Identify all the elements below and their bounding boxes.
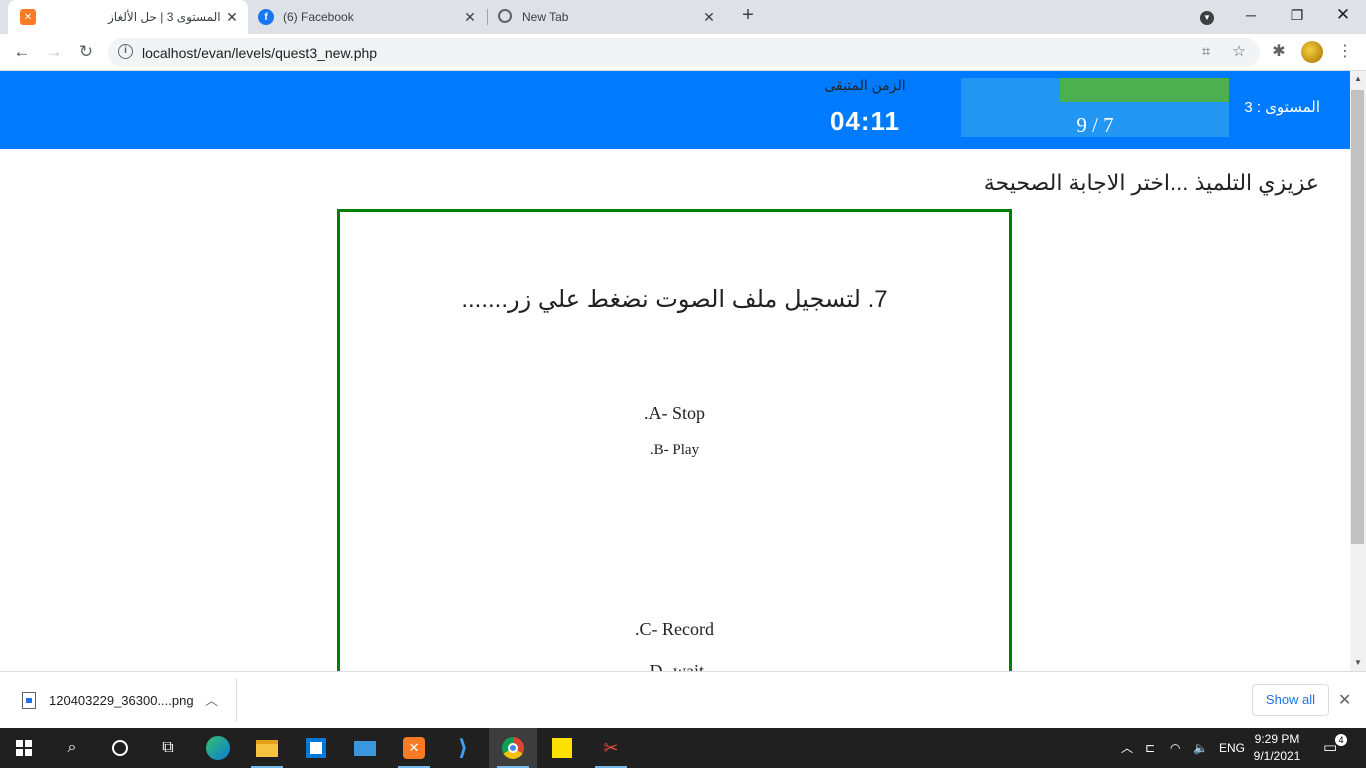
notification-count: 4	[1335, 734, 1347, 746]
language-indicator[interactable]: ENG	[1219, 728, 1245, 768]
tab-search-button[interactable]: ▼	[1184, 0, 1230, 32]
windows-start-icon[interactable]	[0, 728, 48, 768]
reload-button[interactable]: ↻	[74, 40, 98, 64]
new-tab-button[interactable]: +	[738, 5, 758, 26]
vscode-icon[interactable]: ⟩	[439, 728, 487, 768]
option-a[interactable]: .A- Stop	[340, 403, 1009, 424]
progress-text: 9 / 7	[1076, 113, 1114, 137]
question-text: 7. لتسجيل ملف الصوت نضغط علي زر.......	[461, 286, 888, 313]
close-icon[interactable]: ✕	[701, 9, 717, 25]
xampp-icon: ✕	[20, 9, 36, 25]
option-d[interactable]: .D- wait	[340, 661, 1009, 671]
edge-icon[interactable]	[194, 728, 242, 768]
chevron-down-icon: ▼	[1200, 11, 1214, 25]
info-icon[interactable]: i	[118, 44, 133, 59]
tab-title: (6) Facebook	[283, 10, 354, 24]
close-icon[interactable]: ✕	[462, 9, 478, 25]
translate-icon[interactable]: ⌗	[1197, 43, 1215, 61]
tab-level3[interactable]: ✕ المستوى 3 | حل الألغاز ✕	[8, 0, 248, 34]
tab-separator	[487, 9, 488, 25]
close-icon[interactable]: ✕	[1338, 690, 1351, 710]
browser-toolbar: ← → ↻ i localhost/evan/levels/quest3_new…	[0, 34, 1366, 71]
notification-center-icon[interactable]: ▭ 4	[1323, 728, 1347, 768]
url-text: localhost/evan/levels/quest3_new.php	[142, 45, 378, 61]
tab-title: المستوى 3 | حل الألغاز	[108, 10, 221, 24]
address-bar[interactable]: i localhost/evan/levels/quest3_new.php ⌗…	[108, 38, 1260, 67]
forward-button[interactable]: →	[42, 40, 66, 64]
facebook-icon: f	[258, 9, 274, 25]
back-button[interactable]: ←	[10, 40, 34, 64]
scrollbar-thumb[interactable]	[1351, 90, 1364, 544]
menu-icon[interactable]: ⋮	[1335, 42, 1355, 62]
search-icon[interactable]: ⌕	[48, 728, 96, 768]
download-bar: 120403229_36300....png ︿ Show all ✕	[0, 671, 1366, 728]
close-icon[interactable]: ✕	[224, 9, 240, 25]
extensions-icon[interactable]: ✱	[1269, 42, 1289, 62]
cortana-icon[interactable]	[96, 728, 144, 768]
window-close-button[interactable]: ✕	[1320, 0, 1366, 32]
time-remaining-label: الزمن المتبقى	[824, 77, 906, 93]
chevron-up-icon[interactable]: ︿	[205, 690, 218, 709]
level-label: المستوى : 3	[1244, 99, 1320, 116]
snipping-tool-icon[interactable]: ✂	[587, 728, 635, 768]
store-icon[interactable]	[292, 728, 340, 768]
clock[interactable]: 9:29 PM 9/1/2021	[1248, 731, 1306, 765]
tab-facebook[interactable]: f (6) Facebook ✕	[250, 0, 486, 34]
tab-strip: ✕ المستوى 3 | حل الألغاز ✕ f (6) Faceboo…	[0, 0, 1366, 34]
restore-button[interactable]: ❐	[1274, 0, 1320, 32]
file-explorer-icon[interactable]	[243, 728, 291, 768]
mail-icon[interactable]	[341, 728, 389, 768]
volume-icon[interactable]: 🔈	[1193, 728, 1208, 768]
page-scrollbar[interactable]: ▲ ▼	[1350, 71, 1366, 671]
progress-bar: 9 / 7	[961, 78, 1229, 137]
sticky-notes-icon[interactable]	[538, 728, 586, 768]
quiz-header: المستوى : 3 9 / 7 الزمن المتبقى 04:11	[0, 71, 1350, 149]
page-content: المستوى : 3 9 / 7 الزمن المتبقى 04:11 عز…	[0, 71, 1350, 671]
chrome-taskbar-icon[interactable]	[489, 728, 537, 768]
instruction-text: عزيزي التلميذ ...اختر الاجابة الصحيحة	[983, 170, 1319, 195]
question-box: 7. لتسجيل ملف الصوت نضغط علي زر....... .…	[337, 209, 1012, 671]
progress-fill	[1060, 78, 1229, 102]
minimize-button[interactable]: ─	[1228, 0, 1274, 32]
tab-title: New Tab	[522, 10, 569, 24]
xampp-icon[interactable]: ✕	[390, 728, 438, 768]
scroll-up-icon[interactable]: ▲	[1350, 71, 1366, 87]
show-all-button[interactable]: Show all	[1252, 684, 1329, 716]
wifi-icon[interactable]: ◠	[1170, 728, 1180, 768]
download-filename[interactable]: 120403229_36300....png	[49, 693, 194, 708]
file-icon	[22, 692, 36, 709]
windows-taskbar: ⌕ ⧉ ✕ ⟩ ✂ ︿ ⊏ ◠ 🔈 ENG 9:29 PM 9/1/2021 ▭…	[0, 728, 1366, 768]
clock-time: 9:29 PM	[1254, 732, 1300, 746]
task-view-icon[interactable]: ⧉	[144, 728, 192, 768]
star-icon[interactable]: ☆	[1230, 43, 1248, 61]
chrome-icon	[498, 9, 512, 23]
network-icon[interactable]: ⊏	[1145, 728, 1155, 768]
clock-date: 9/1/2021	[1253, 749, 1301, 763]
scroll-down-icon[interactable]: ▼	[1350, 655, 1366, 671]
tab-new-tab[interactable]: New Tab ✕	[489, 0, 729, 34]
tray-chevron-icon[interactable]: ︿	[1121, 728, 1133, 768]
option-c[interactable]: .C- Record	[340, 619, 1009, 640]
avatar[interactable]	[1301, 41, 1323, 63]
divider	[236, 678, 237, 722]
time-remaining-value: 04:11	[829, 106, 901, 136]
option-b[interactable]: .B- Play	[340, 442, 1009, 459]
